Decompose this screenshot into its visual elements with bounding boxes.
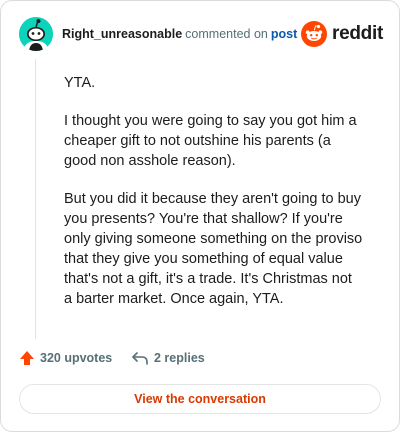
- view-conversation-button[interactable]: View the conversation: [19, 384, 381, 414]
- comment-paragraph: I thought you were going to say you got …: [64, 113, 357, 169]
- comment-card: Right_unreasonable commented on post reddi…: [0, 0, 400, 432]
- avatar[interactable]: [19, 17, 53, 51]
- commented-on-label: commented on: [185, 27, 268, 41]
- username-link[interactable]: Right_unreasonable: [62, 27, 182, 41]
- reddit-wordmark: reddit: [332, 23, 383, 44]
- reddit-snoo-avatar-icon: [19, 17, 53, 51]
- comment-paragraph: YTA.: [64, 75, 96, 91]
- comment-byline: Right_unreasonable commented on post: [62, 27, 297, 41]
- post-link[interactable]: post: [271, 27, 297, 41]
- replies-button[interactable]: 2 replies: [131, 350, 205, 366]
- reply-arrow-icon: [132, 352, 148, 365]
- replies-count: 2 replies: [154, 351, 205, 365]
- thread-line: [35, 59, 36, 339]
- comment-header: Right_unreasonable commented on post reddi…: [19, 17, 385, 53]
- reddit-logo-icon: [301, 21, 328, 47]
- upvote-arrow-icon: [20, 351, 34, 365]
- upvotes-count: 320 upvotes: [40, 351, 113, 365]
- upvote-button[interactable]: 320 upvotes: [19, 350, 112, 366]
- reddit-logo[interactable]: reddit: [301, 21, 383, 47]
- comment-paragraph: But you did it because they aren't going…: [64, 191, 363, 307]
- comment-body: YTA. I thought you were going to say you…: [64, 73, 364, 327]
